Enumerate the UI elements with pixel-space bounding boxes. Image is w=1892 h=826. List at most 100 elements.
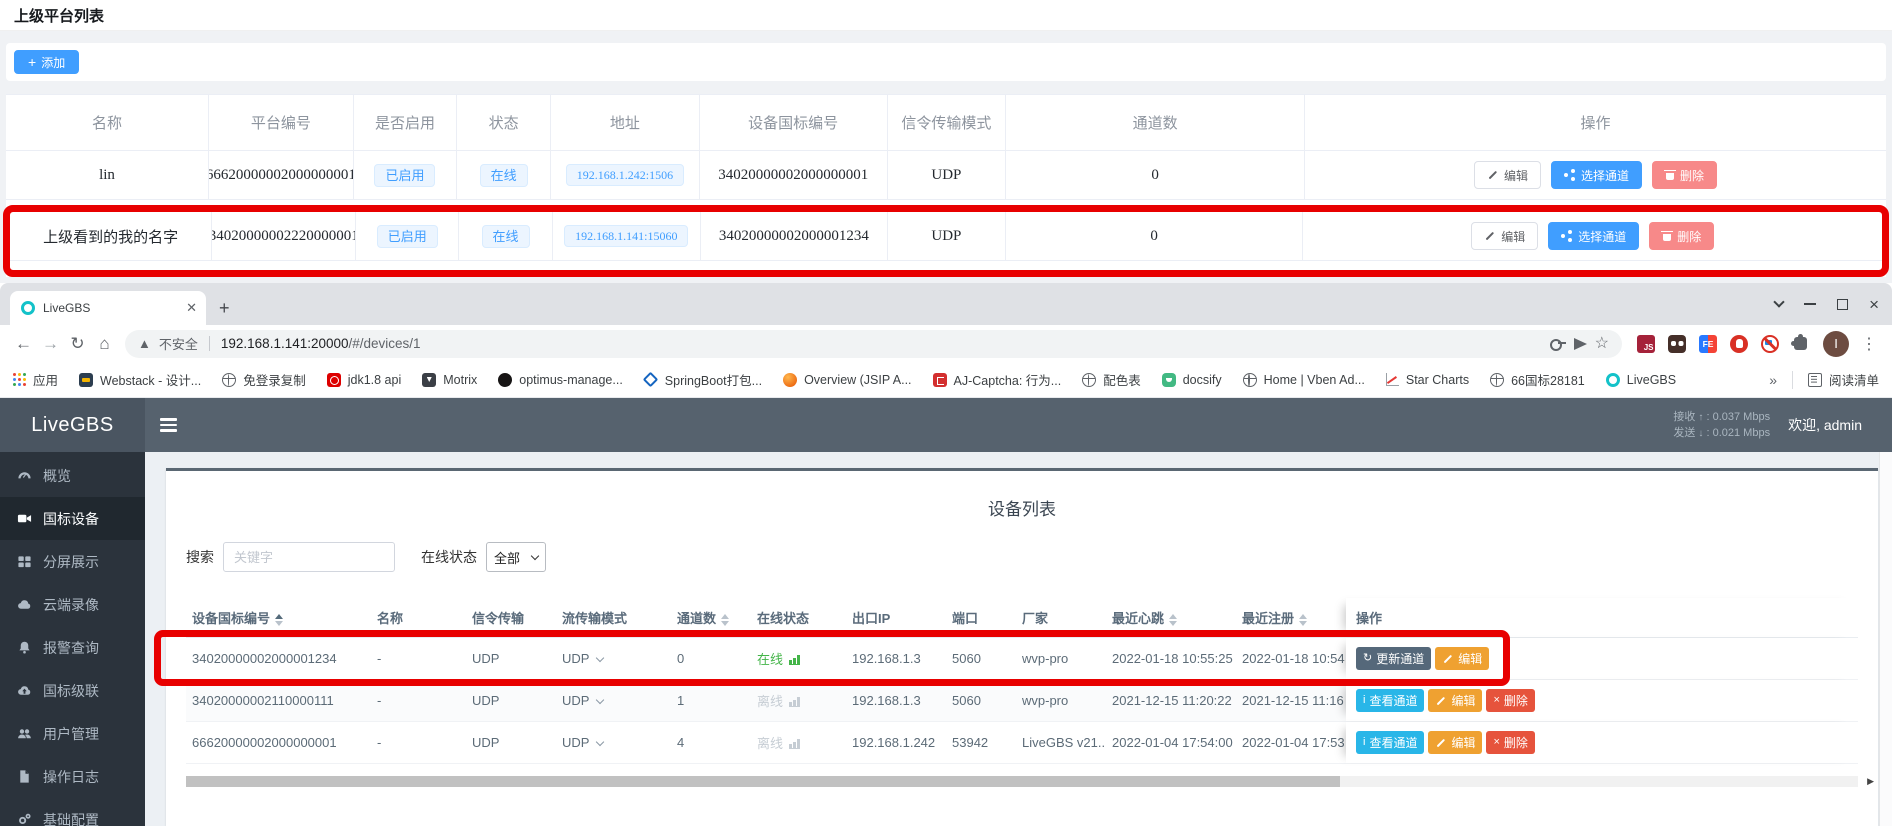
scroll-right-arrow-icon[interactable]: ▶ xyxy=(1867,776,1874,787)
cell-device-id: 34020000002000001234 xyxy=(701,212,888,260)
profile-avatar[interactable]: I xyxy=(1823,331,1849,357)
view-channels-button[interactable]: i查看通道 xyxy=(1356,731,1424,754)
device-row-highlighted: 34020000002000001234 - UDP UDP 0 在线 192.… xyxy=(186,638,1858,680)
bookmark-item[interactable]: Webstack - 设计... xyxy=(79,370,201,389)
sort-icon[interactable] xyxy=(721,614,729,626)
bookmark-apps[interactable]: 应用 xyxy=(13,370,58,389)
search-input[interactable] xyxy=(223,542,395,572)
col-header-register[interactable]: 最近注册 xyxy=(1236,608,1346,627)
extensions-puzzle-icon[interactable] xyxy=(1794,337,1807,350)
bookmarks-overflow-icon[interactable]: » xyxy=(1769,372,1777,388)
delete-button[interactable]: 删除 xyxy=(1649,222,1714,250)
info-icon: i xyxy=(1363,695,1365,706)
traffic-chart-icon[interactable] xyxy=(789,655,800,665)
tab-search-chevron-icon[interactable] xyxy=(1773,296,1784,307)
bookmark-item[interactable]: 配色表 xyxy=(1082,370,1141,389)
search-label: 搜索 xyxy=(186,547,214,567)
bookmark-item[interactable]: Star Charts xyxy=(1386,373,1469,387)
sort-icon[interactable] xyxy=(1169,614,1177,626)
cell-stream-mode[interactable]: UDP xyxy=(556,735,671,750)
sidebar-item-gb-devices[interactable]: 国标设备 xyxy=(0,497,145,540)
sidebar-item-cloud-recording[interactable]: 云端录像 xyxy=(0,583,145,626)
url-input[interactable]: ▲ 不安全 192.168.1.141:20000/#/devices/1 ☆ xyxy=(125,330,1622,358)
sidebar-item-gb-cascade[interactable]: 国标级联 xyxy=(0,669,145,712)
col-header-device-id[interactable]: 设备国标编号 xyxy=(186,608,371,627)
divider xyxy=(1792,371,1793,389)
reload-icon[interactable]: ↻ xyxy=(64,334,91,354)
view-channels-button[interactable]: i查看通道 xyxy=(1356,689,1424,712)
cell-actions: ↻更新通道 编辑 xyxy=(1346,638,1858,679)
col-header-channels[interactable]: 通道数 xyxy=(671,608,751,627)
select-channel-button[interactable]: 选择通道 xyxy=(1548,222,1639,250)
delete-button[interactable]: ×删除 xyxy=(1486,689,1534,712)
edit-button[interactable]: 编辑 xyxy=(1474,161,1541,189)
horizontal-scrollbar[interactable]: ▶ xyxy=(186,776,1858,787)
delete-button[interactable]: 删除 xyxy=(1652,161,1717,189)
browser-tab[interactable]: LiveGBS ✕ xyxy=(10,291,206,325)
incognito-extension-icon[interactable] xyxy=(1668,335,1686,353)
bookmark-item[interactable]: 66国标28181 xyxy=(1490,370,1585,389)
sidebar-item-operation-log[interactable]: 操作日志 xyxy=(0,755,145,798)
col-header-heartbeat[interactable]: 最近心跳 xyxy=(1106,608,1236,627)
browser-vertical-scrollbar[interactable] xyxy=(1879,452,1892,826)
fe-extension-icon[interactable] xyxy=(1699,335,1717,353)
bookmark-item[interactable]: SpringBoot打包... xyxy=(644,370,762,389)
send-icon[interactable] xyxy=(1574,338,1587,350)
edit-button[interactable]: 编辑 xyxy=(1428,731,1482,754)
sort-icon[interactable] xyxy=(1299,614,1307,626)
edit-button[interactable]: 编辑 xyxy=(1471,222,1538,250)
online-status-select[interactable]: 全部 xyxy=(486,542,546,572)
bookmark-item[interactable]: docsify xyxy=(1162,373,1222,387)
sidebar-item-user-management[interactable]: 用户管理 xyxy=(0,712,145,755)
back-icon[interactable]: ← xyxy=(10,334,37,354)
browser-menu-icon[interactable]: ⋮ xyxy=(1861,334,1877,354)
bookmark-item[interactable]: 免登录复制 xyxy=(222,370,306,389)
scrollbar-thumb[interactable] xyxy=(186,776,1340,787)
bookmark-item[interactable]: Motrix xyxy=(422,373,477,387)
blocker-extension-icon[interactable] xyxy=(1761,335,1779,353)
red-highlight-annotation: 上级看到的我的名字 34020000002220000001 已启用 在线 19… xyxy=(3,205,1889,277)
js-extension-icon[interactable] xyxy=(1637,335,1655,353)
bookmark-item[interactable]: optimus-manage... xyxy=(498,373,623,387)
cell-heartbeat: 2021-12-15 11:20:22 xyxy=(1106,693,1236,708)
delete-button[interactable]: ×删除 xyxy=(1486,731,1534,754)
bookmark-item[interactable]: Overview (JSIP A... xyxy=(783,373,911,387)
cell-stream-mode[interactable]: UDP xyxy=(556,693,671,708)
password-key-icon[interactable] xyxy=(1550,339,1566,348)
sidebar-item-overview[interactable]: 概览 xyxy=(0,454,145,497)
device-table: 设备国标编号 名称 信令传输 流传输模式 通道数 在线状态 出口IP 端口 厂家… xyxy=(186,598,1858,787)
bookmark-item[interactable]: Home | Vben Ad... xyxy=(1243,373,1365,387)
sort-icon[interactable] xyxy=(275,614,283,626)
sidebar-item-split-screen[interactable]: 分屏展示 xyxy=(0,540,145,583)
bookmark-item[interactable]: jdk1.8 api xyxy=(327,373,402,387)
cell-stream-mode[interactable]: UDP xyxy=(556,651,671,666)
app-logo[interactable]: LiveGBS xyxy=(0,398,145,452)
edit-button[interactable]: 编辑 xyxy=(1428,689,1482,712)
edit-button[interactable]: 编辑 xyxy=(1435,647,1489,670)
cell-ip: 192.168.1.3 xyxy=(846,693,946,708)
cell-online-status[interactable]: 在线 xyxy=(751,649,846,668)
minimize-icon[interactable] xyxy=(1804,303,1816,305)
bookmark-item[interactable]: LiveGBS xyxy=(1606,373,1676,387)
welcome-user[interactable]: 欢迎, admin xyxy=(1788,415,1862,435)
forward-icon[interactable]: → xyxy=(37,334,64,354)
bookmark-star-icon[interactable]: ☆ xyxy=(1595,336,1609,352)
select-channel-button[interactable]: 选择通道 xyxy=(1551,161,1642,189)
sidebar-item-alarm-query[interactable]: 报警查询 xyxy=(0,626,145,669)
status-badge: 在线 xyxy=(482,225,530,248)
security-warning[interactable]: 不安全 xyxy=(159,334,198,353)
new-tab-button[interactable]: + xyxy=(219,291,230,325)
cell-register: 2022-01-04 17:53 xyxy=(1236,735,1346,750)
close-icon[interactable]: × xyxy=(1869,296,1879,313)
col-header-transport: 信令传输模式 xyxy=(888,95,1006,150)
hamburger-menu-icon[interactable] xyxy=(160,418,177,432)
adblock-hand-icon[interactable] xyxy=(1730,335,1748,353)
sidebar-item-basic-config[interactable]: 基础配置 xyxy=(0,798,145,826)
bookmark-item[interactable]: AJ-Captcha: 行为... xyxy=(933,370,1062,389)
add-button[interactable]: + 添加 xyxy=(14,50,79,74)
update-channels-button[interactable]: ↻更新通道 xyxy=(1356,647,1431,670)
maximize-icon[interactable] xyxy=(1837,299,1848,310)
reading-list-button[interactable]: 阅读清单 xyxy=(1808,370,1879,389)
tab-close-icon[interactable]: ✕ xyxy=(186,300,197,316)
home-icon[interactable]: ⌂ xyxy=(91,334,118,354)
